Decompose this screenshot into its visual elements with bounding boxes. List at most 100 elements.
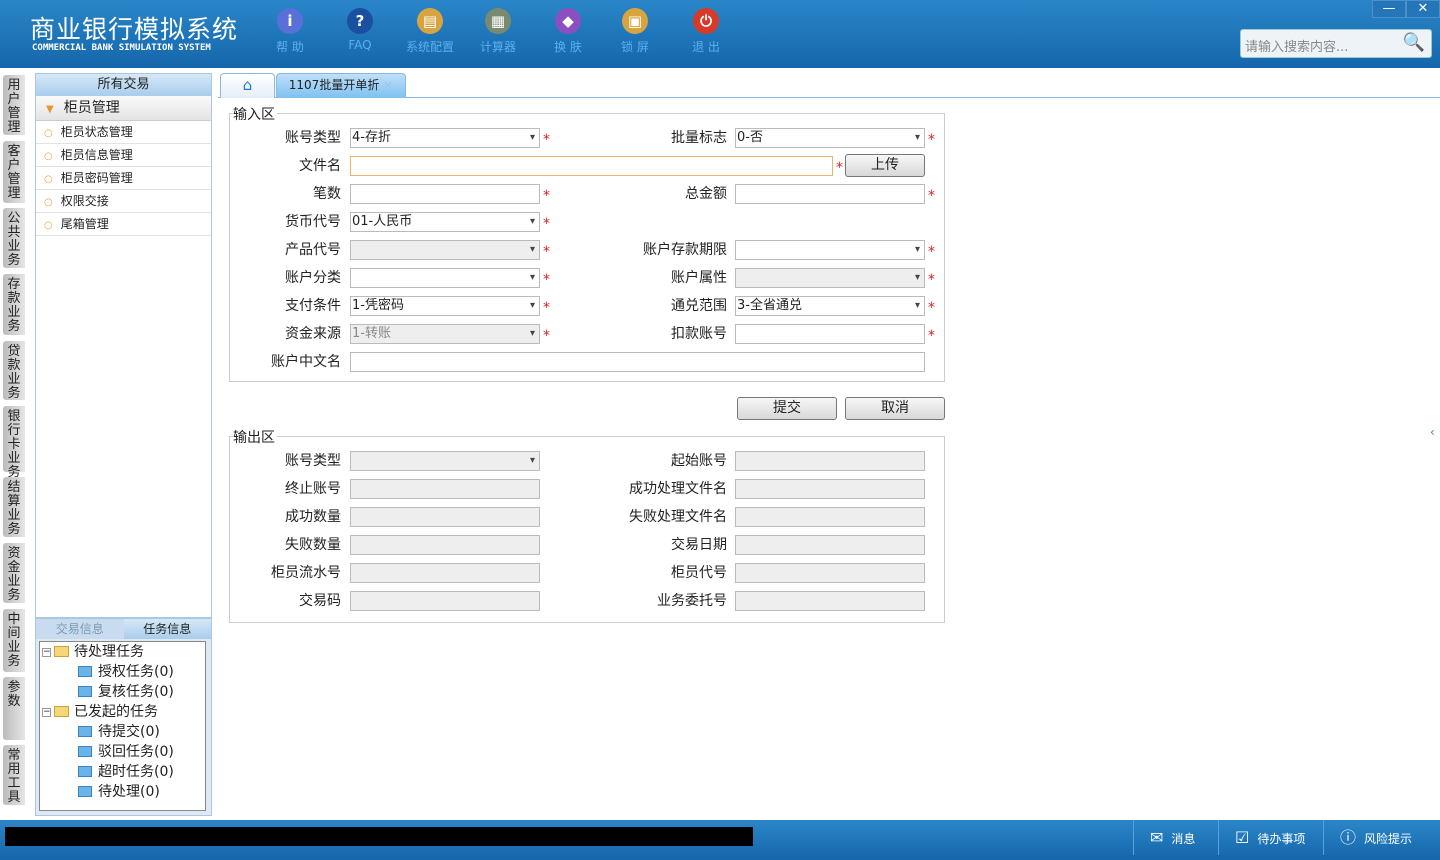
toolbox-icon: ▤ (417, 8, 443, 34)
select-field[interactable] (350, 451, 540, 471)
vertical-tab[interactable]: 公共业务 (3, 208, 25, 268)
text-field[interactable] (350, 184, 540, 204)
vertical-tab[interactable]: 客户管理 (3, 141, 25, 203)
upload-button[interactable]: 上传 (845, 154, 925, 177)
tab-transaction-info[interactable]: 交易信息 (36, 619, 124, 639)
select-field[interactable] (350, 240, 540, 260)
sidebar-item[interactable]: ○ 柜员密码管理 (36, 167, 211, 190)
tree-node[interactable]: − 待处理任务 (42, 642, 144, 662)
status-bar: ✉ 消息 ☑ 待办事项 ⓘ 风险提示 (0, 820, 1440, 860)
vertical-tab[interactable]: 资金业务 (3, 543, 25, 603)
cancel-button[interactable]: 取消 (845, 397, 945, 420)
tree-node-label: 复核任务(0) (98, 684, 174, 700)
footer-label: 消息 (1171, 832, 1196, 846)
shirt-icon: ◆ (555, 8, 581, 34)
sidebar-group[interactable]: ▼ 柜员管理 (36, 96, 211, 121)
field-label: 总金额 (685, 186, 727, 202)
text-field (735, 479, 925, 499)
tab-1107[interactable]: 1107批量开单折 × (276, 73, 406, 98)
vertical-tab[interactable]: 银行卡业务 (3, 406, 25, 480)
vertical-tab[interactable]: 贷款业务 (3, 341, 25, 401)
field-label: 笔数 (313, 186, 341, 202)
tree-node[interactable]: 待提交(0) (78, 722, 160, 742)
folder-blue-icon (78, 726, 92, 737)
toolbar-button[interactable]: ▣ 锁 屏 (605, 8, 665, 55)
search-placeholder: 请输入搜索内容... (1245, 40, 1349, 55)
footer-alert-bubble-button[interactable]: ⓘ 风险提示 (1323, 820, 1440, 855)
toolbar-button[interactable]: ▤ 系统配置 (400, 8, 460, 55)
text-field[interactable] (350, 352, 925, 372)
expand-toggle-icon[interactable]: − (42, 648, 51, 657)
vertical-tab[interactable]: 存款业务 (3, 274, 25, 335)
toolbar-label: FAQ (348, 38, 372, 52)
close-window-button[interactable]: ✕ (1406, 0, 1440, 18)
required-marker: * (543, 188, 550, 204)
search-input[interactable]: 请输入搜索内容... 🔍 (1240, 29, 1432, 58)
sidebar-item[interactable]: ○ 尾箱管理 (36, 213, 211, 236)
text-field (350, 563, 540, 583)
text-field[interactable] (735, 184, 925, 204)
select-field[interactable] (350, 268, 540, 288)
task-tree: − 待处理任务授权任务(0) 复核任务(0) − 已发起的任务 待提交(0) 驳回任务(0)… (39, 641, 206, 811)
text-field[interactable] (735, 324, 925, 344)
select-field[interactable] (735, 268, 925, 288)
toolbar-button[interactable]: ⏻ 退 出 (676, 8, 736, 55)
vertical-tab[interactable]: 中间业务 (3, 609, 25, 672)
toolbar-button[interactable]: i 帮 助 (260, 8, 320, 55)
sidebar-item[interactable]: ○ 权限交接 (36, 190, 211, 213)
select-field[interactable]: 4-存折 (350, 128, 540, 148)
sidebar-item[interactable]: ○ 柜员信息管理 (36, 144, 211, 167)
vertical-tab[interactable]: 参数 (3, 677, 25, 740)
required-marker: * (928, 272, 935, 288)
toolbar-button[interactable]: ▦ 计算器 (468, 8, 528, 55)
footer-checkbox-button[interactable]: ☑ 待办事项 (1218, 820, 1323, 855)
folder-blue-icon (78, 786, 92, 797)
tree-node[interactable]: 待处理(0) (78, 782, 160, 802)
tree-node[interactable]: 驳回任务(0) (78, 742, 174, 762)
vertical-tab[interactable]: 结算业务 (3, 477, 25, 537)
collapse-right-handle[interactable]: ‹ (1430, 425, 1435, 439)
field-label: 账号类型 (285, 453, 341, 469)
help-icon: ? (347, 8, 373, 34)
folder-blue-icon (78, 686, 92, 697)
close-tab-icon[interactable]: × (383, 78, 393, 92)
vertical-tab[interactable]: 用户管理 (3, 75, 25, 135)
text-field[interactable] (350, 156, 833, 176)
sidebar-item[interactable]: ○ 柜员状态管理 (36, 121, 211, 144)
required-marker: * (836, 160, 843, 176)
tree-node-label: 待处理任务 (74, 644, 144, 660)
select-field[interactable]: 1-转账 (350, 324, 540, 344)
select-field[interactable]: 1-凭密码 (350, 296, 540, 316)
field-label: 账号类型 (285, 130, 341, 146)
field-label: 支付条件 (285, 298, 341, 314)
field-label: 批量标志 (671, 130, 727, 146)
bullet-icon: ○ (44, 128, 53, 139)
toolbar-button[interactable]: ? FAQ (330, 8, 390, 52)
checkbox-icon: ☑ (1235, 828, 1250, 847)
tab-task-info[interactable]: 任务信息 (123, 619, 211, 639)
submit-button[interactable]: 提交 (737, 397, 837, 420)
vertical-tab[interactable]: 常用工具 (3, 745, 25, 805)
field-value: 1-凭密码 (352, 298, 404, 313)
toolbar-button[interactable]: ◆ 换 肤 (538, 8, 598, 55)
field-label: 失败处理文件名 (629, 509, 727, 525)
tree-node[interactable]: − 已发起的任务 (42, 702, 158, 722)
select-field[interactable] (735, 240, 925, 260)
minimize-button[interactable]: — (1372, 0, 1406, 18)
select-field[interactable]: 3-全省通兑 (735, 296, 925, 316)
search-icon[interactable]: 🔍 (1403, 32, 1425, 53)
tree-node[interactable]: 超时任务(0) (78, 762, 174, 782)
field-value: 1-转账 (352, 326, 391, 341)
folder-icon (54, 646, 69, 657)
select-field[interactable]: 0-否 (735, 128, 925, 148)
tab-home[interactable]: ⌂ (220, 73, 275, 98)
tree-node[interactable]: 复核任务(0) (78, 682, 174, 702)
tree-node[interactable]: 授权任务(0) (78, 662, 174, 682)
sidebar-header[interactable]: 所有交易 (36, 74, 211, 96)
mail-icon: ✉ (1150, 828, 1164, 847)
footer-mail-button[interactable]: ✉ 消息 (1133, 820, 1218, 855)
sidebar-group-label: 柜员管理 (63, 100, 120, 116)
expand-toggle-icon[interactable]: − (42, 708, 51, 717)
select-field[interactable]: 01-人民币 (350, 212, 540, 232)
required-marker: * (928, 328, 935, 344)
